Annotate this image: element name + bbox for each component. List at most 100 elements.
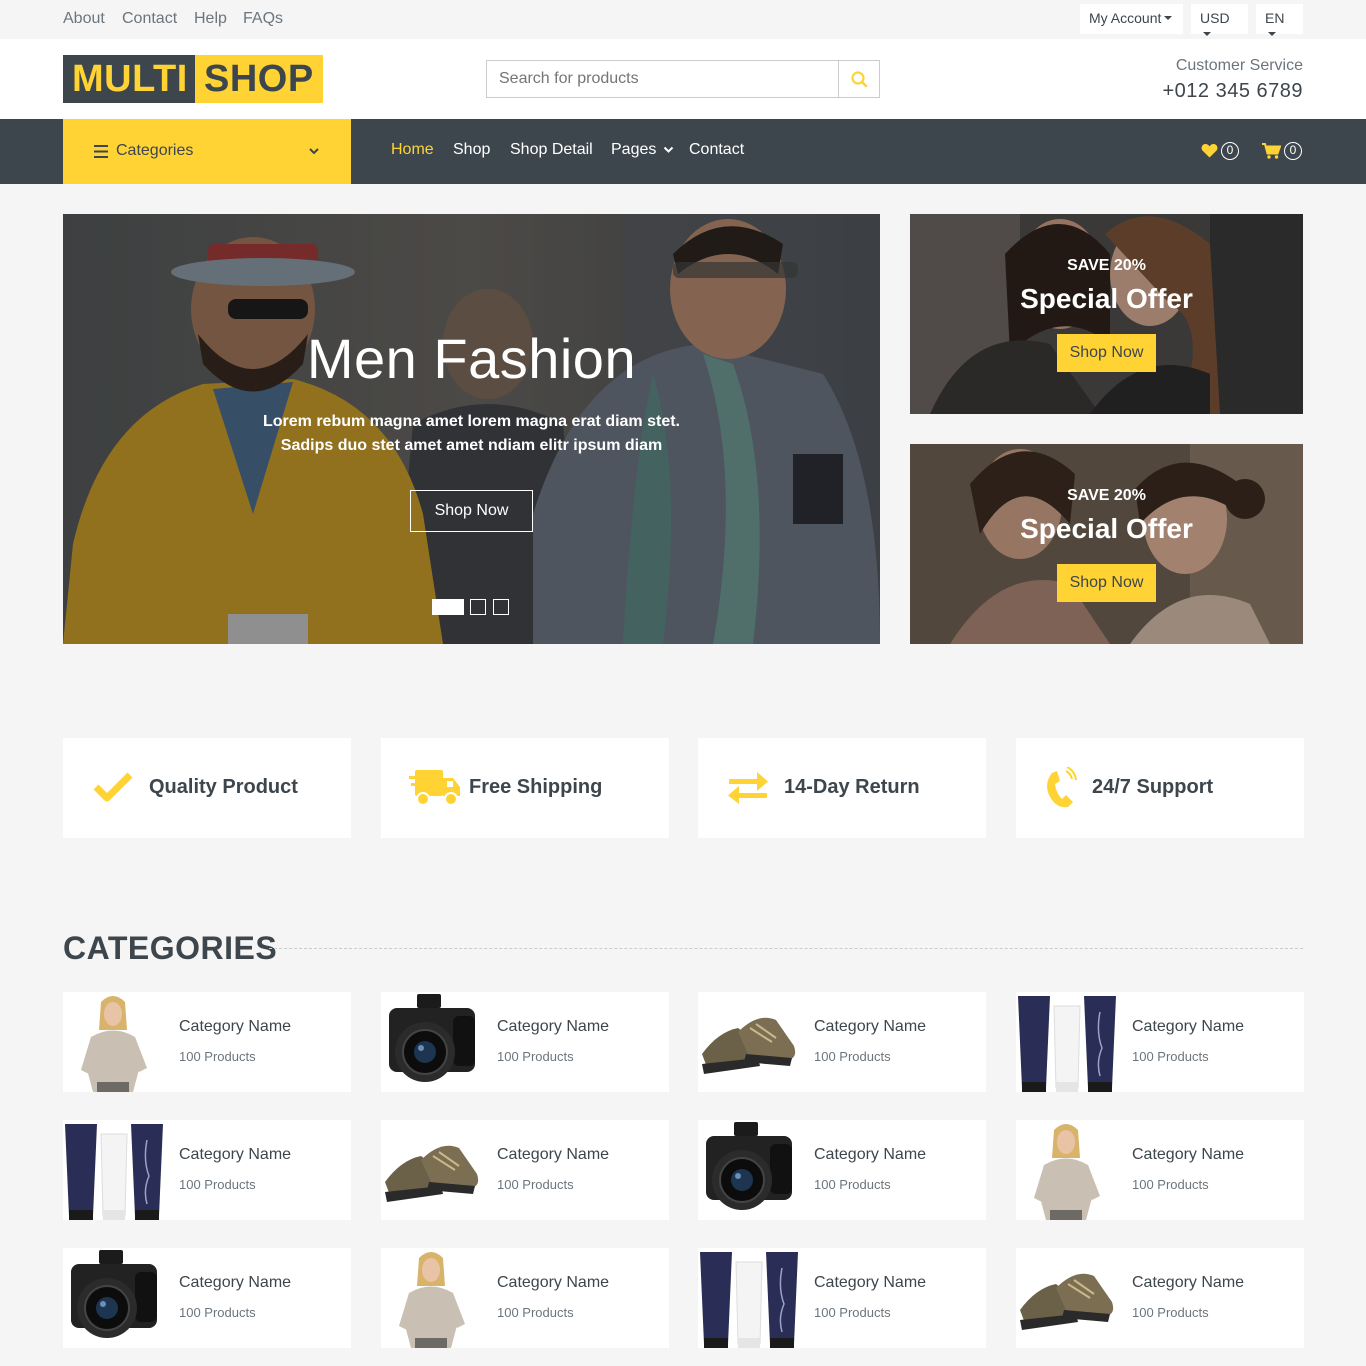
nav-contact[interactable]: Contact [689,141,744,159]
category-count: 100 Products [497,1305,574,1320]
category-name: Category Name [179,1274,292,1291]
category-card[interactable]: Category Name 100 Products [381,1248,669,1348]
category-name: Category Name [497,1274,610,1291]
nav-shop-detail[interactable]: Shop Detail [510,141,593,159]
bars-icon [94,145,108,158]
category-name: Category Name [179,1018,292,1035]
offer-2-shop-now-button[interactable]: Shop Now [1057,564,1156,602]
my-account-dropdown[interactable]: My Account [1080,4,1183,34]
category-count: 100 Products [1132,1305,1209,1320]
carousel-indicator-2[interactable] [470,599,486,615]
woman-sweater-image [63,992,163,1092]
camera-image [381,992,481,1092]
category-count: 100 Products [497,1049,574,1064]
feature-24-7-support: 24/7 Support [1016,738,1304,838]
customer-service-label: Customer Service [1175,57,1303,74]
hero-carousel[interactable]: Men Fashion Lorem rebum magna amet lorem… [63,214,880,644]
language-label: EN [1265,10,1285,26]
caret-down-icon [1203,32,1211,37]
category-card[interactable]: Category Name 100 Products [698,1248,986,1348]
category-name: Category Name [179,1146,292,1163]
section-divider [269,948,1303,949]
truck-icon [409,770,460,806]
camera-image [63,1248,163,1348]
category-count: 100 Products [1132,1049,1209,1064]
offer-1-shop-now-button[interactable]: Shop Now [1057,334,1156,372]
category-card[interactable]: Category Name 100 Products [698,992,986,1092]
category-name: Category Name [814,1018,927,1035]
cosmetics-image [63,1120,163,1220]
category-name: Category Name [814,1146,927,1163]
category-name: Category Name [497,1018,610,1035]
shoes-image [381,1120,481,1220]
category-count: 100 Products [814,1049,891,1064]
search-input[interactable] [486,60,839,98]
category-name: Category Name [814,1274,927,1291]
caret-down-icon [1164,16,1173,21]
topbar-link-contact[interactable]: Contact [122,10,177,28]
shoes-image [698,992,798,1092]
nav-shop[interactable]: Shop [453,141,490,159]
category-card[interactable]: Category Name 100 Products [698,1120,986,1220]
offer-banner-2: SAVE 20% Special Offer Shop Now [910,444,1303,644]
currency-dropdown[interactable]: USD [1191,4,1248,37]
offer-2-title: Special Offer [1020,513,1193,544]
customer-service-phone: +012 345 6789 [1162,80,1303,102]
feature-label: Free Shipping [469,776,603,798]
heart-icon[interactable] [1201,143,1218,158]
hero-text: Lorem rebum magna amet lorem magna erat … [262,413,680,454]
feature-quality-product: Quality Product [63,738,351,838]
category-count: 100 Products [1132,1177,1209,1192]
category-card[interactable]: Category Name 100 Products [63,1248,351,1348]
logo-multi[interactable]: MULTI [63,55,197,103]
offer-banner-1: SAVE 20% Special Offer Shop Now [910,214,1303,414]
carousel-indicator-1[interactable] [432,599,464,615]
phone-icon [1047,767,1077,808]
topbar-link-help[interactable]: Help [194,10,227,28]
language-dropdown[interactable]: EN [1256,4,1303,37]
category-count: 100 Products [497,1177,574,1192]
topbar-link-about[interactable]: About [63,10,105,28]
categories-label: Categories [116,142,194,159]
category-card[interactable]: Category Name 100 Products [63,992,351,1092]
feature-14-day-return: 14-Day Return [698,738,986,838]
category-count: 100 Products [179,1177,256,1192]
category-card[interactable]: Category Name 100 Products [1016,1248,1304,1348]
category-card[interactable]: Category Name 100 Products [381,1120,669,1220]
search-button[interactable] [838,60,880,98]
hero-title: Men Fashion [306,327,637,390]
chevron-down-icon [663,146,674,153]
category-name: Category Name [497,1146,610,1163]
woman-sweater-image [381,1248,481,1348]
logo-shop[interactable]: SHOP [195,55,323,103]
cosmetics-image [1016,992,1116,1092]
category-card[interactable]: Category Name 100 Products [63,1120,351,1220]
carousel-indicator-3[interactable] [493,599,509,615]
cart-icon[interactable] [1262,143,1281,159]
site-header: MULTI SHOP Customer Service +012 345 678… [0,39,1366,119]
top-bar: About Contact Help FAQs My Account USD E… [0,0,1366,39]
category-card[interactable]: Category Name 100 Products [381,992,669,1092]
nav-home[interactable]: Home [391,141,434,159]
camera-image [698,1120,798,1220]
category-count: 100 Products [814,1305,891,1320]
category-count: 100 Products [179,1305,256,1320]
categories-toggle[interactable]: Categories [63,119,351,184]
category-card[interactable]: Category Name 100 Products [1016,1120,1304,1220]
offer-2-save-label: SAVE 20% [1067,487,1146,504]
category-name: Category Name [1132,1146,1245,1163]
feature-label: Quality Product [149,776,298,798]
main-navbar: Categories Home Shop Shop Detail Pages C… [0,119,1366,184]
offer-1-save-label: SAVE 20% [1067,257,1146,274]
hero-shop-now-button[interactable]: Shop Now [410,490,533,532]
chevron-down-icon [309,148,319,155]
woman-sweater-image [1016,1120,1116,1220]
topbar-link-faqs[interactable]: FAQs [243,10,283,28]
nav-pages[interactable]: Pages [611,141,674,159]
shoes-image [1016,1248,1116,1348]
search-icon [851,71,868,88]
category-card[interactable]: Category Name 100 Products [1016,992,1304,1092]
cosmetics-image [698,1248,798,1348]
wishlist-count-badge: 0 [1221,142,1239,160]
feature-free-shipping: Free Shipping [381,738,669,838]
